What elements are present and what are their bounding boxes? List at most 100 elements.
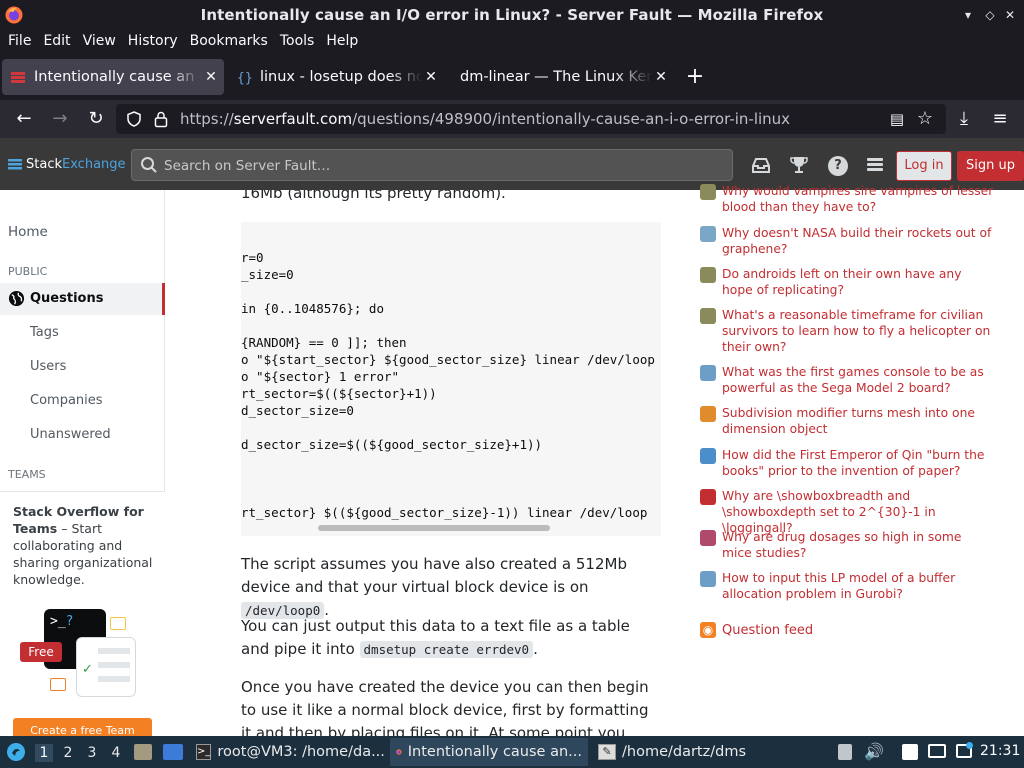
workspace-1[interactable]: 1 [35, 744, 53, 762]
show-desktop-icon[interactable] [163, 744, 183, 760]
sign-up-button[interactable]: Sign up [957, 151, 1024, 181]
nav-home[interactable]: Home [8, 224, 48, 240]
terminal-icon: >_ [196, 744, 212, 760]
menu-tools[interactable]: Tools [274, 30, 321, 54]
code-scrollbar[interactable] [318, 525, 550, 531]
inbox-icon[interactable] [751, 156, 771, 174]
close-window-icon[interactable]: ✕ [1000, 5, 1020, 25]
display-icon[interactable] [928, 744, 946, 758]
svg-text:{}: {} [237, 71, 252, 85]
menu-help[interactable]: Help [320, 30, 364, 54]
serverfault-favicon-icon [11, 72, 25, 83]
lock-icon[interactable] [154, 110, 168, 128]
file-manager-launcher-icon[interactable] [134, 744, 152, 760]
site-icon [700, 226, 716, 242]
tab-serverfault[interactable]: Intentionally cause an I/O error in Linu… [2, 59, 224, 95]
firefox-icon [396, 749, 402, 755]
inline-code: dmsetup create errdev0 [359, 641, 534, 658]
nav-users[interactable]: Users [30, 359, 66, 374]
hot-question-link[interactable]: Why are drug dosages so high in some mic… [722, 529, 994, 561]
hot-question-item[interactable]: What was the first games console to be a… [700, 364, 1000, 396]
task-terminal[interactable]: >_ root@VM3: /home/da... [190, 738, 386, 766]
nav-tags[interactable]: Tags [30, 325, 59, 340]
reader-view-icon[interactable]: ▤ [886, 108, 908, 130]
tab-close-icon[interactable]: ✕ [202, 69, 220, 85]
globe-icon [8, 290, 25, 307]
start-menu-icon[interactable] [6, 742, 26, 762]
hot-question-item[interactable]: Subdivision modifier turns mesh into one… [700, 405, 1000, 437]
tab-close-icon[interactable]: ✕ [652, 69, 670, 85]
site-icon [700, 365, 716, 381]
menu-history[interactable]: History [122, 30, 184, 54]
bookmark-star-icon[interactable]: ☆ [914, 108, 936, 130]
trophy-icon[interactable] [790, 155, 808, 175]
site-switcher-icon[interactable] [866, 156, 884, 174]
minimize-window-icon[interactable]: ▾ [958, 5, 978, 25]
menu-view[interactable]: View [77, 30, 122, 54]
hot-question-link[interactable]: Subdivision modifier turns mesh into one… [722, 405, 994, 437]
code-braces-favicon-icon: {} [237, 71, 252, 85]
back-arrow-icon[interactable]: ← [13, 108, 35, 130]
tab-close-icon[interactable]: ✕ [422, 69, 440, 85]
hot-question-item[interactable]: Why are \showboxbreadth and \showboxdept… [700, 488, 1000, 535]
workspace-2[interactable]: 2 [59, 744, 77, 762]
task-label: root@VM3: /home/da... [217, 744, 385, 760]
menu-edit[interactable]: Edit [37, 30, 76, 54]
rss-feed-icon: ◉ [700, 622, 716, 638]
downloads-icon[interactable]: ⤓ [953, 108, 975, 130]
forward-arrow-icon[interactable]: → [49, 108, 71, 130]
log-in-button[interactable]: Log in [896, 151, 952, 181]
clipboard-icon[interactable] [838, 744, 852, 760]
clock: 21:31 [980, 743, 1021, 759]
new-tab-icon[interactable]: + [684, 64, 706, 90]
hot-question-link[interactable]: Do androids left on their own have any h… [722, 266, 994, 298]
stackexchange-icon [8, 158, 22, 169]
restore-window-icon[interactable]: ◇ [980, 5, 1000, 25]
app-menu-icon[interactable]: ≡ [989, 108, 1011, 130]
hot-question-link[interactable]: What was the first games console to be a… [722, 364, 994, 396]
reload-icon[interactable]: ↻ [85, 108, 107, 130]
checklist-line [98, 676, 130, 682]
tab-label: Intentionally cause an I/O error in Linu… [34, 69, 202, 85]
menu-bookmarks[interactable]: Bookmarks [184, 30, 274, 54]
hot-question-item[interactable]: Why doesn't NASA build their rockets out… [700, 225, 1000, 257]
hot-question-link[interactable]: Why doesn't NASA build their rockets out… [722, 225, 994, 257]
menu-file[interactable]: File [2, 30, 37, 54]
nav-companies[interactable]: Companies [30, 393, 103, 408]
question-feed-link[interactable]: Question feed [722, 623, 813, 638]
free-badge: Free [20, 642, 62, 662]
hot-question-item[interactable]: What's a reasonable timeframe for civili… [700, 307, 1000, 355]
search-icon [141, 157, 157, 173]
tab-label: linux - losetup does not find device [260, 69, 422, 85]
url-text[interactable]: https://serverfault.com/questions/498900… [180, 110, 790, 128]
checklist-line [98, 662, 130, 668]
create-team-button[interactable]: Create a free Team [13, 718, 152, 736]
notes-icon[interactable] [902, 744, 918, 760]
task-editor[interactable]: ✎ /home/dartz/dms [592, 738, 752, 766]
hot-question-item[interactable]: Why are drug dosages so high in some mic… [700, 529, 1000, 561]
stackexchange-logo[interactable]: StackExchange [8, 157, 126, 172]
hot-question-item[interactable]: How did the First Emperor of Qin "burn t… [700, 447, 1000, 479]
shield-icon[interactable] [126, 111, 142, 127]
hot-question-item[interactable]: How to input this LP model of a buffer a… [700, 570, 1000, 602]
hot-question-link[interactable]: How did the First Emperor of Qin "burn t… [722, 447, 994, 479]
hot-question-item[interactable]: Why would vampires sire vampires of less… [700, 183, 1000, 215]
site-icon [700, 267, 716, 283]
nav-unanswered[interactable]: Unanswered [30, 427, 111, 442]
nav-questions[interactable]: Questions [30, 291, 103, 306]
tab-dm-linear[interactable]: dm-linear — The Linux Kernel documentati… [452, 59, 674, 95]
task-firefox[interactable]: Intentionally cause an... [390, 738, 588, 766]
workspace-3[interactable]: 3 [83, 744, 101, 762]
tab-losetup[interactable]: {} linux - losetup does not find device … [228, 59, 444, 95]
hot-question-item[interactable]: Do androids left on their own have any h… [700, 266, 1000, 298]
code-block[interactable]: r=0 _size=0 in {0..1048576}; do {RANDOM}… [241, 222, 661, 536]
teams-promo-text: Stack Overflow for Teams – Start collabo… [13, 503, 155, 588]
hot-question-link[interactable]: Why would vampires sire vampires of less… [722, 183, 994, 215]
help-icon[interactable]: ? [828, 156, 848, 176]
hot-question-link[interactable]: What's a reasonable timeframe for civili… [722, 307, 994, 355]
url-host: serverfault.com [233, 110, 353, 128]
workspace-4[interactable]: 4 [107, 744, 125, 762]
volume-icon[interactable]: 🔊 [864, 742, 884, 761]
hot-question-link[interactable]: How to input this LP model of a buffer a… [722, 570, 994, 602]
window-title: Intentionally cause an I/O error in Linu… [200, 6, 824, 24]
